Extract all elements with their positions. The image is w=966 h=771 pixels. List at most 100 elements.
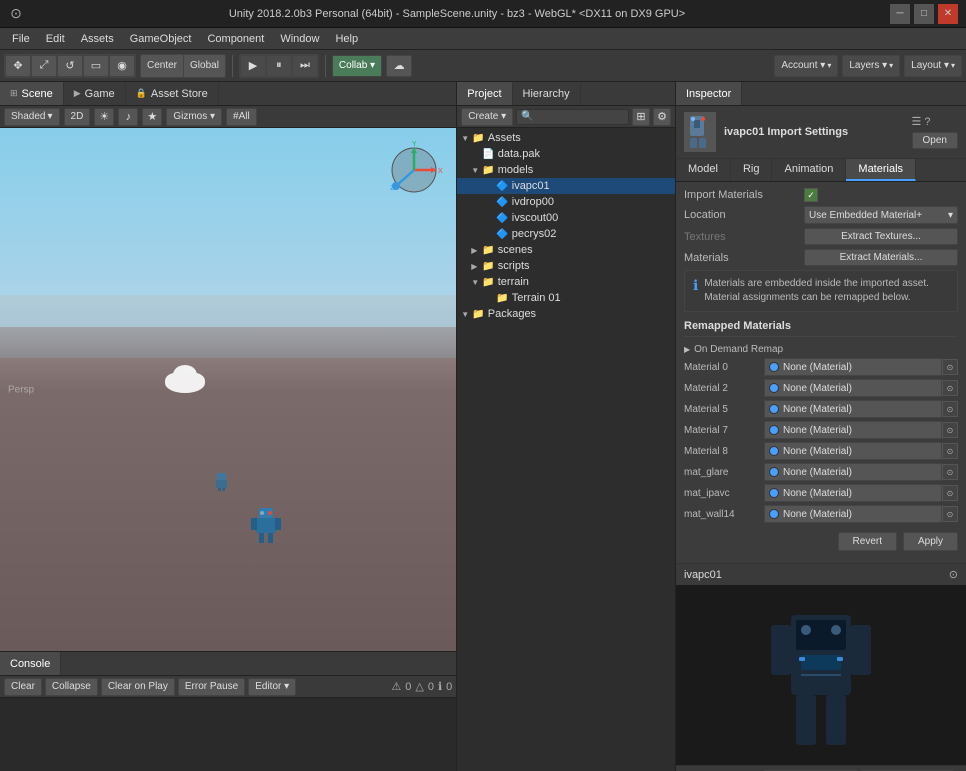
- tab-animation[interactable]: Animation: [772, 159, 846, 181]
- play-controls: ▶ ⏸ ⏭: [239, 54, 319, 78]
- 2d-toggle[interactable]: 2D: [64, 108, 91, 126]
- mat2-settings-button[interactable]: ⊙: [942, 380, 958, 396]
- matwall14-dot: [769, 509, 779, 519]
- open-button[interactable]: Open: [912, 132, 958, 149]
- collab-button[interactable]: Collab ▾: [332, 55, 382, 77]
- menu-component[interactable]: Component: [199, 31, 272, 47]
- fx-toggle[interactable]: ★: [142, 108, 162, 126]
- tab-console[interactable]: Console: [0, 652, 61, 675]
- scene-viewport[interactable]: Persp X Y Z: [0, 128, 456, 651]
- list-item[interactable]: 🔷 ivapc01: [457, 178, 675, 194]
- tab-project[interactable]: Project: [457, 82, 512, 105]
- filter-button[interactable]: ⊞: [632, 108, 650, 126]
- menu-edit[interactable]: Edit: [38, 31, 73, 47]
- matglare-settings-button[interactable]: ⊙: [942, 464, 958, 480]
- toolbar-sep-2: [325, 55, 326, 77]
- apply-button[interactable]: Apply: [903, 532, 958, 551]
- clear-on-play-button[interactable]: Clear on Play: [101, 678, 175, 696]
- layout-button[interactable]: Layout ▾ ▾: [904, 55, 962, 77]
- assets-expand-icon: ▼: [461, 134, 469, 143]
- tab-scene[interactable]: ⊞ Scene: [0, 82, 64, 105]
- close-button[interactable]: ✕: [938, 4, 958, 24]
- matipavc-settings-button[interactable]: ⊙: [942, 485, 958, 501]
- extract-materials-button[interactable]: Extract Materials...: [804, 249, 958, 266]
- error-pause-button[interactable]: Error Pause: [178, 678, 245, 696]
- list-item[interactable]: ▶ 📁 scenes: [457, 242, 675, 258]
- assets-root[interactable]: ▼ 📁 Assets: [457, 130, 675, 146]
- tab-rig[interactable]: Rig: [731, 159, 773, 181]
- list-item[interactable]: 📁 Terrain 01: [457, 290, 675, 306]
- pause-button[interactable]: ⏸: [266, 55, 292, 77]
- rect-tool[interactable]: ◉: [109, 55, 135, 77]
- tab-hierarchy[interactable]: Hierarchy: [513, 82, 581, 105]
- tab-model[interactable]: Model: [676, 159, 731, 181]
- location-dropdown[interactable]: Use Embedded Material+ ▾: [804, 206, 958, 224]
- model-preview-svg: [761, 595, 881, 755]
- settings-button[interactable]: ⚙: [653, 108, 671, 126]
- list-item[interactable]: ▶ 📁 scripts: [457, 258, 675, 274]
- preview-settings-button[interactable]: ⊙: [949, 568, 958, 581]
- global-toggle[interactable]: Global: [184, 55, 225, 77]
- menu-file[interactable]: File: [4, 31, 38, 47]
- mat5-field: None (Material): [764, 400, 942, 418]
- list-item[interactable]: 🔷 ivdrop00: [457, 194, 675, 210]
- project-search-bar[interactable]: 🔍: [516, 109, 629, 125]
- editor-dropdown[interactable]: Editor ▾: [248, 678, 296, 696]
- menu-window[interactable]: Window: [272, 31, 327, 47]
- layers-label: Layers ▾: [849, 60, 887, 71]
- scripts-label: scripts: [498, 260, 530, 272]
- scale-tool[interactable]: ▭: [83, 55, 109, 77]
- center-toggle[interactable]: Center: [141, 55, 184, 77]
- mat7-settings-button[interactable]: ⊙: [942, 422, 958, 438]
- tab-materials[interactable]: Materials: [846, 159, 916, 181]
- cloud-button[interactable]: ☁: [386, 55, 412, 77]
- play-button[interactable]: ▶: [240, 55, 266, 77]
- tab-asset-store[interactable]: 🔒 Asset Store: [126, 82, 219, 105]
- preview-toggle-button[interactable]: ☰: [912, 115, 922, 128]
- gizmos-dropdown[interactable]: Gizmos ▾: [166, 108, 222, 126]
- shaded-dropdown[interactable]: Shaded ▾: [4, 108, 60, 126]
- layers-button[interactable]: Layers ▾ ▾: [842, 55, 900, 77]
- scenes-expand-icon: ▶: [471, 246, 479, 255]
- menu-gameobject[interactable]: GameObject: [122, 31, 200, 47]
- list-item[interactable]: 🔷 pecrys02: [457, 226, 675, 242]
- mat0-settings-button[interactable]: ⊙: [942, 359, 958, 375]
- viewport-toolbar: Shaded ▾ 2D ☀ ♪ ★ Gizmos ▾ #All: [0, 106, 456, 128]
- list-item[interactable]: 🔷 ivscout00: [457, 210, 675, 226]
- matwall14-settings-button[interactable]: ⊙: [942, 506, 958, 522]
- list-item[interactable]: 📄 data.pak: [457, 146, 675, 162]
- import-materials-row: Import Materials ✓: [684, 188, 958, 202]
- menu-help[interactable]: Help: [327, 31, 366, 47]
- hand-tool[interactable]: ✥: [5, 55, 31, 77]
- mat8-settings-button[interactable]: ⊙: [942, 443, 958, 459]
- minimize-button[interactable]: ─: [890, 4, 910, 24]
- tab-inspector[interactable]: Inspector: [676, 82, 742, 105]
- on-demand-remap-header[interactable]: ▶ On Demand Remap: [684, 341, 958, 358]
- extract-textures-button[interactable]: Extract Textures...: [804, 228, 958, 245]
- account-button[interactable]: Account ▾ ▾: [774, 55, 838, 77]
- action-buttons: Revert Apply: [684, 526, 958, 557]
- collapse-button[interactable]: Collapse: [45, 678, 98, 696]
- list-item[interactable]: ▼ 📁 models: [457, 162, 675, 178]
- rotate-tool[interactable]: ↺: [57, 55, 83, 77]
- menu-assets[interactable]: Assets: [73, 31, 122, 47]
- tab-game[interactable]: ▶ Game: [64, 82, 126, 105]
- create-dropdown[interactable]: Create ▾: [461, 108, 513, 126]
- all-filter[interactable]: #All: [226, 108, 257, 126]
- list-item[interactable]: ▼ 📁 terrain: [457, 274, 675, 290]
- material-row: Material 7 None (Material) ⊙: [684, 421, 958, 439]
- move-tool[interactable]: ⤢: [31, 55, 57, 77]
- import-materials-checkbox[interactable]: ✓: [804, 188, 818, 202]
- audio-toggle[interactable]: ♪: [118, 108, 138, 126]
- mat5-settings-button[interactable]: ⊙: [942, 401, 958, 417]
- step-button[interactable]: ⏭: [292, 55, 318, 77]
- revert-button[interactable]: Revert: [838, 532, 897, 551]
- lighting-toggle[interactable]: ☀: [94, 108, 114, 126]
- list-item[interactable]: ▼ 📁 Packages: [457, 306, 675, 322]
- search-input[interactable]: [534, 111, 624, 122]
- clear-button[interactable]: Clear: [4, 678, 42, 696]
- help-button[interactable]: ?: [924, 115, 930, 128]
- search-icon: 🔍: [521, 111, 533, 122]
- import-materials-label: Import Materials: [684, 189, 804, 201]
- maximize-button[interactable]: □: [914, 4, 934, 24]
